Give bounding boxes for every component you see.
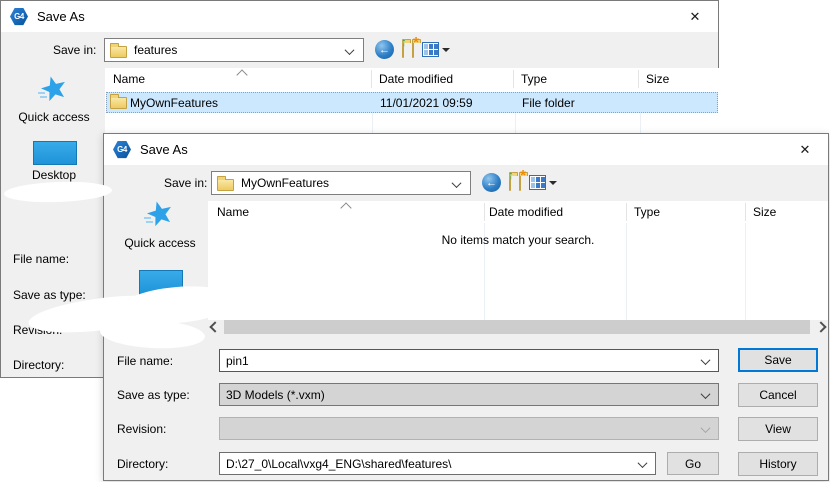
up-one-level-icon[interactable]: ↑ <box>509 176 511 190</box>
file-name-value: pin1 <box>226 354 249 368</box>
column-header-type[interactable]: Type <box>521 72 547 86</box>
desktop-icon[interactable] <box>33 141 77 165</box>
back-icon[interactable]: ← <box>482 173 501 192</box>
directory-input[interactable]: D:\27_0\Local\vxg4_ENG\shared\features\ <box>219 452 656 475</box>
column-header-date-modified[interactable]: Date modified <box>379 72 453 86</box>
caret-down-icon <box>442 48 450 52</box>
close-icon[interactable]: ✕ <box>790 139 820 161</box>
row-type: File folder <box>522 96 575 110</box>
scrollbar-thumb[interactable] <box>224 320 810 334</box>
dialog-title: Save As <box>140 142 188 157</box>
new-folder-icon[interactable]: * <box>412 43 414 57</box>
file-name-label: File name: <box>117 354 173 368</box>
row-name: MyOwnFeatures <box>130 96 218 110</box>
directory-label-back: Directory: <box>13 358 64 372</box>
screen: G4 Save As ✕ Save in: features ← ↑ * <box>0 0 830 482</box>
file-list: Name Date modified Type Size No items ma… <box>208 201 828 320</box>
save-as-type-label: Save as type: <box>117 388 190 402</box>
chevron-down-icon <box>345 45 355 55</box>
folder-icon <box>110 46 127 58</box>
directory-label: Directory: <box>117 457 168 471</box>
history-button[interactable]: History <box>738 452 818 476</box>
cancel-button[interactable]: Cancel <box>738 383 818 407</box>
folder-icon <box>217 179 234 191</box>
g4-app-icon: G4 <box>10 8 28 26</box>
chevron-down-icon <box>452 178 462 188</box>
quick-access-icon[interactable] <box>38 73 70 105</box>
column-header-type[interactable]: Type <box>634 205 660 219</box>
save-in-value: features <box>134 43 177 57</box>
chevron-down-icon <box>701 389 711 399</box>
g4-app-icon: G4 <box>113 141 131 159</box>
caret-down-icon <box>549 181 557 185</box>
column-header-size[interactable]: Size <box>753 205 776 219</box>
chevron-down-icon <box>701 423 711 433</box>
horizontal-scrollbar[interactable] <box>208 320 828 334</box>
save-in-label: Save in: <box>164 176 207 190</box>
view-menu-button[interactable] <box>422 42 450 57</box>
sort-ascending-icon <box>236 69 247 80</box>
save-in-label: Save in: <box>53 43 96 57</box>
empty-list-message: No items match your search. <box>208 233 828 247</box>
save-in-value: MyOwnFeatures <box>241 176 329 190</box>
directory-value: D:\27_0\Local\vxg4_ENG\shared\features\ <box>226 457 451 471</box>
chevron-down-icon <box>638 458 648 468</box>
column-header-name[interactable]: Name <box>217 205 249 219</box>
up-one-level-icon[interactable]: ↑ <box>402 43 404 57</box>
column-header-date-modified[interactable]: Date modified <box>489 205 563 219</box>
file-name-label-back: File name: <box>13 252 69 266</box>
revision-label: Revision: <box>117 422 166 436</box>
sidebar-item-quick-access[interactable]: Quick access <box>117 236 203 250</box>
sidebar-item-quick-access[interactable]: Quick access <box>11 110 97 124</box>
save-as-type-value: 3D Models (*.vxm) <box>226 388 325 402</box>
close-icon[interactable]: ✕ <box>680 6 710 28</box>
table-row[interactable]: MyOwnFeatures 11/01/2021 09:59 File fold… <box>106 92 718 113</box>
nav-toolbar: ← ↑ * <box>482 173 557 192</box>
scroll-right-icon[interactable] <box>815 321 826 332</box>
folder-icon <box>110 97 127 109</box>
titlebar-front[interactable]: G4 Save As <box>104 134 828 165</box>
new-folder-icon[interactable]: * <box>519 176 521 190</box>
file-name-input[interactable]: pin1 <box>219 349 719 372</box>
column-header-size[interactable]: Size <box>646 72 669 86</box>
save-in-combobox[interactable]: MyOwnFeatures <box>211 171 471 195</box>
view-menu-button[interactable] <box>529 175 557 190</box>
revision-select <box>219 417 719 440</box>
save-as-type-select[interactable]: 3D Models (*.vxm) <box>219 383 719 406</box>
view-menu-icon <box>529 175 546 190</box>
row-date-modified: 11/01/2021 09:59 <box>380 96 473 110</box>
go-button[interactable]: Go <box>667 452 719 475</box>
dialog-title: Save As <box>37 9 85 24</box>
quick-access-icon[interactable] <box>144 198 176 230</box>
save-button[interactable]: Save <box>738 348 818 372</box>
column-header-name[interactable]: Name <box>113 72 145 86</box>
titlebar-back[interactable]: G4 Save As <box>1 1 718 32</box>
save-as-type-label-back: Save as type: <box>13 288 86 302</box>
back-icon[interactable]: ← <box>375 40 394 59</box>
sort-ascending-icon <box>340 202 351 213</box>
view-menu-icon <box>422 42 439 57</box>
sidebar-item-desktop[interactable]: Desktop <box>11 168 97 182</box>
chevron-down-icon <box>701 355 711 365</box>
save-in-combobox[interactable]: features <box>104 38 364 62</box>
view-button[interactable]: View <box>738 417 818 441</box>
scroll-left-icon[interactable] <box>209 321 220 332</box>
nav-toolbar: ← ↑ * <box>375 40 450 59</box>
